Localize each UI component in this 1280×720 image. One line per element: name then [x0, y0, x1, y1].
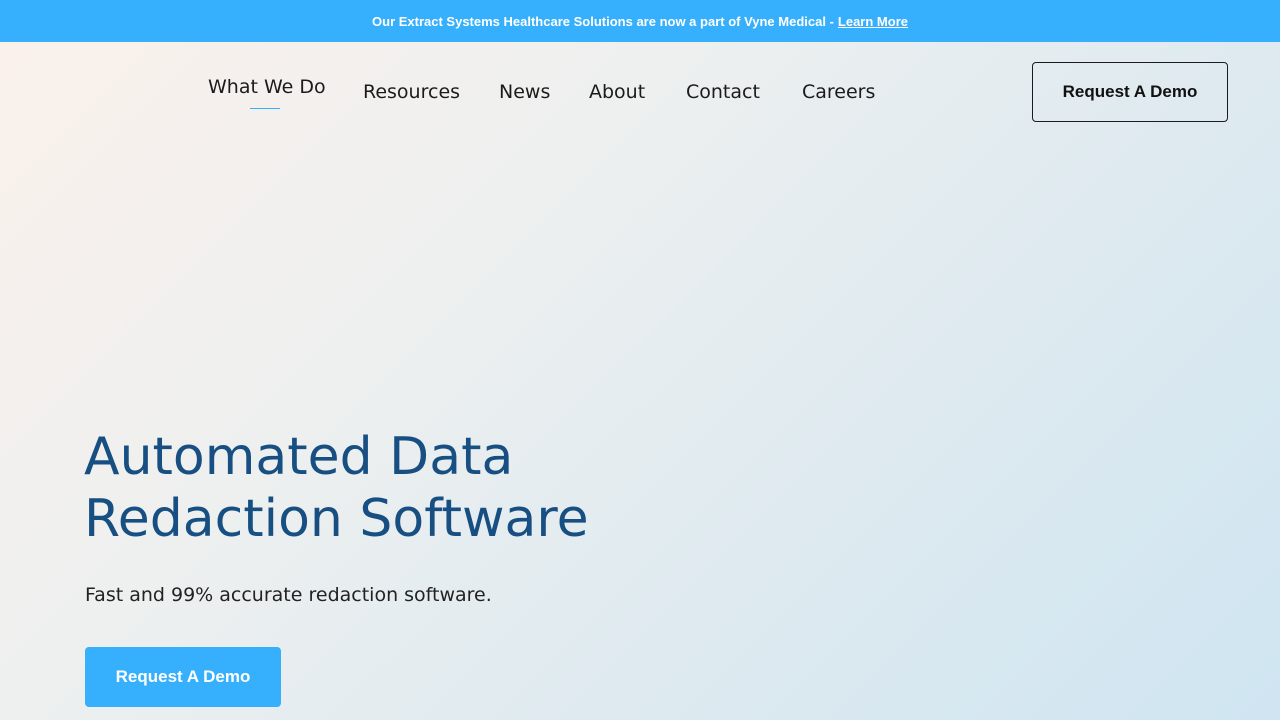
hero-title-line-2: Redaction Software [84, 489, 589, 549]
nav-item-what-we-do[interactable]: What We Do [208, 76, 326, 98]
learn-more-link[interactable]: Learn More [838, 14, 908, 29]
request-demo-hero-button[interactable]: Request A Demo [85, 647, 281, 707]
hero-subtitle: Fast and 99% accurate redaction software… [85, 584, 492, 606]
announcement-text: Our Extract Systems Healthcare Solutions… [372, 13, 834, 29]
announcement-bar: Our Extract Systems Healthcare Solutions… [0, 0, 1280, 42]
nav-item-careers[interactable]: Careers [802, 81, 875, 103]
nav-item-contact[interactable]: Contact [686, 81, 760, 103]
nav-item-news[interactable]: News [499, 81, 550, 103]
hero-title-line-1: Automated Data [84, 427, 514, 487]
hero-title: Automated Data Redaction Software [84, 426, 704, 550]
nav-item-resources[interactable]: Resources [363, 81, 460, 103]
nav-active-indicator [250, 108, 280, 109]
request-demo-header-button[interactable]: Request A Demo [1032, 62, 1228, 122]
nav-item-about[interactable]: About [589, 81, 645, 103]
